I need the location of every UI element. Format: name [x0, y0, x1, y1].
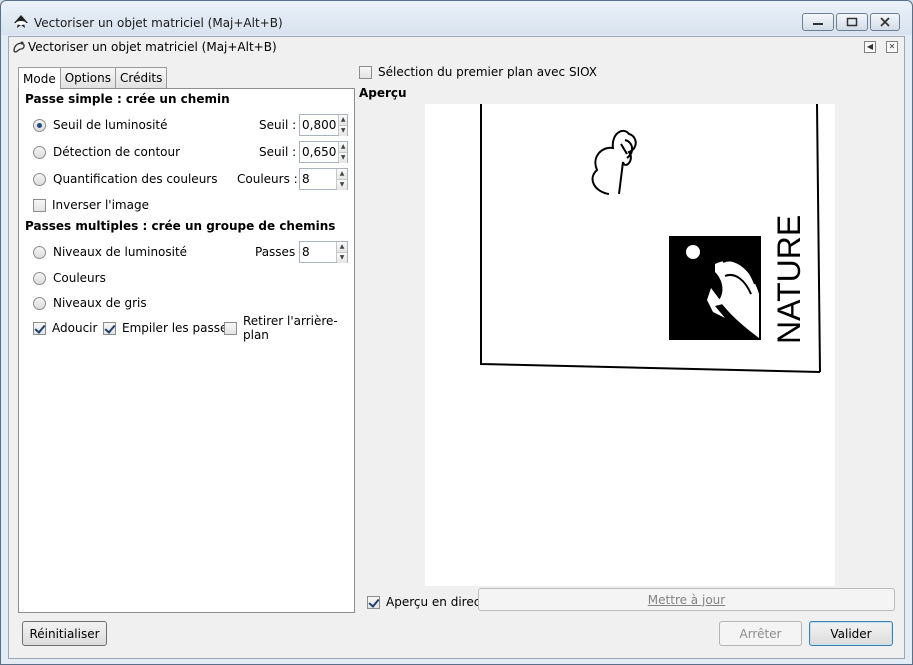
- multi-pass-title: Passes multiples : crée un groupe de che…: [25, 219, 336, 233]
- trace-bitmap-icon: [13, 41, 25, 53]
- traced-preview-image: NATURE: [480, 103, 821, 373]
- spin-down-icon[interactable]: ▼: [339, 153, 347, 163]
- checkbox[interactable]: [224, 321, 237, 335]
- preview-area: NATURE: [425, 103, 835, 586]
- tab-mode[interactable]: Mode: [18, 67, 61, 89]
- passes-spinner[interactable]: 8 ▲ ▼: [299, 241, 348, 263]
- dialog-window: Vectoriser un objet matriciel (Maj+Alt+B…: [0, 0, 913, 665]
- live-preview-checkbox[interactable]: Aperçu en direct: [367, 592, 485, 612]
- checkbox[interactable]: [33, 198, 46, 212]
- spin-up-icon[interactable]: ▲: [339, 142, 347, 153]
- spin-up-icon[interactable]: ▲: [337, 169, 347, 180]
- close-button[interactable]: [870, 13, 900, 31]
- minimize-icon: [813, 23, 823, 25]
- spin-down-icon[interactable]: ▼: [337, 180, 347, 190]
- siox-checkbox[interactable]: Sélection du premier plan avec SIOX: [359, 65, 597, 79]
- close-icon: [880, 17, 890, 27]
- radio-color-quantization[interactable]: Quantification des couleurs: [33, 169, 217, 189]
- tab-credits[interactable]: Crédits: [115, 67, 168, 88]
- smooth-checkbox[interactable]: Adoucir: [33, 318, 97, 338]
- tab-options[interactable]: Options: [59, 67, 117, 88]
- dialog-client: Vectoriser un objet matriciel (Maj+Alt+B…: [8, 36, 905, 659]
- preview-nature-text: NATURE: [771, 215, 807, 344]
- colors-count-spinner[interactable]: 8 ▲ ▼: [299, 168, 348, 190]
- radio-button[interactable]: [33, 118, 46, 132]
- checkbox[interactable]: [103, 321, 116, 335]
- radio-button[interactable]: [33, 245, 46, 259]
- mode-panel: Passe simple : crée un chemin Seuil de l…: [18, 88, 355, 613]
- stop-button[interactable]: Arrêter: [719, 621, 802, 646]
- radio-button[interactable]: [33, 145, 46, 159]
- close-icon: ✕: [888, 42, 896, 51]
- triangle-left-icon: ◀: [866, 42, 874, 51]
- minimize-button[interactable]: [802, 13, 834, 31]
- reset-button[interactable]: Réinitialiser: [22, 621, 107, 646]
- brightness-threshold-label: Seuil :: [259, 118, 297, 132]
- update-button[interactable]: Mettre à jour: [478, 588, 895, 611]
- spin-up-icon[interactable]: ▲: [337, 242, 347, 253]
- single-pass-title: Passe simple : crée un chemin: [25, 92, 230, 106]
- colors-count-label: Couleurs :: [237, 172, 298, 186]
- preview-label: Aperçu: [359, 86, 407, 100]
- dock-title: Vectoriser un objet matriciel (Maj+Alt+B…: [28, 40, 277, 54]
- stack-passes-checkbox[interactable]: Empiler les passes: [103, 318, 234, 338]
- title-bar[interactable]: Vectoriser un objet matriciel (Maj+Alt+B…: [1, 1, 912, 35]
- spin-down-icon[interactable]: ▼: [337, 253, 347, 263]
- radio-button[interactable]: [33, 271, 46, 285]
- remove-background-checkbox[interactable]: Retirer l'arrière-plan: [224, 314, 354, 342]
- radio-button[interactable]: [33, 296, 46, 310]
- checkbox[interactable]: [367, 595, 380, 609]
- dock-header: Vectoriser un objet matriciel (Maj+Alt+B…: [9, 37, 904, 57]
- edge-threshold-spinner[interactable]: 0,650 ▲ ▼: [299, 141, 348, 163]
- maximize-button[interactable]: [836, 13, 868, 31]
- radio-brightness-steps[interactable]: Niveaux de luminosité: [33, 242, 187, 262]
- dock-iconify-button[interactable]: ◀: [864, 41, 876, 53]
- radio-grays[interactable]: Niveaux de gris: [33, 293, 147, 313]
- tab-bar: Mode Options Crédits: [18, 66, 168, 89]
- radio-button[interactable]: [33, 172, 46, 186]
- spin-down-icon[interactable]: ▼: [339, 126, 347, 136]
- inkscape-app-icon: [14, 15, 28, 28]
- brightness-threshold-spinner[interactable]: 0,800 ▲ ▼: [299, 114, 348, 136]
- window-title: Vectoriser un objet matriciel (Maj+Alt+B…: [34, 16, 283, 30]
- spin-up-icon[interactable]: ▲: [339, 115, 347, 126]
- radio-colors[interactable]: Couleurs: [33, 268, 106, 288]
- edge-threshold-label: Seuil :: [259, 145, 297, 159]
- passes-label: Passes :: [255, 245, 304, 259]
- checkbox[interactable]: [359, 65, 372, 79]
- ok-button[interactable]: Valider: [809, 621, 893, 646]
- checkbox[interactable]: [33, 321, 46, 335]
- invert-image-checkbox[interactable]: Inverser l'image: [33, 195, 149, 215]
- radio-edge-detection[interactable]: Détection de contour: [33, 142, 180, 162]
- radio-brightness-cutoff[interactable]: Seuil de luminosité: [33, 115, 168, 135]
- maximize-icon: [846, 17, 858, 27]
- dock-close-button[interactable]: ✕: [886, 41, 898, 53]
